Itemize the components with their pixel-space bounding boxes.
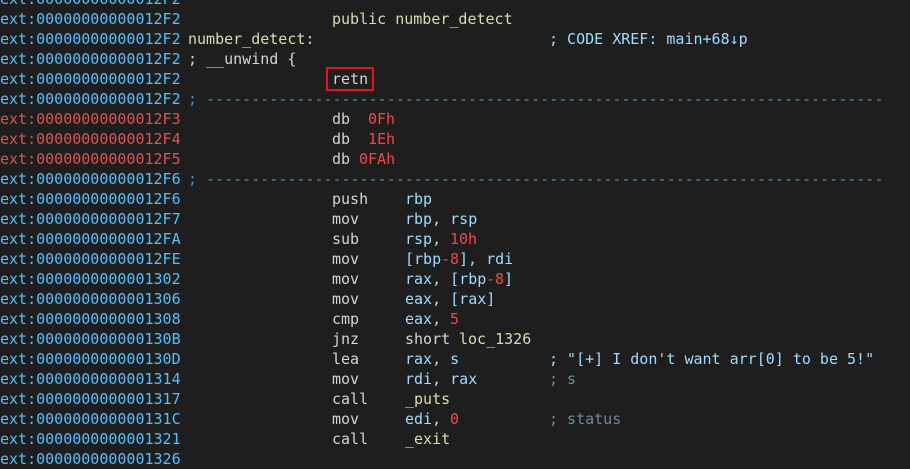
instruction-operand: eax, [rax]	[405, 290, 496, 308]
instruction-mnemonic: cmp	[332, 310, 360, 328]
line-address[interactable]: ext:00000000000012F6	[0, 189, 181, 209]
instruction-operand: rbp	[405, 190, 433, 208]
listing-line[interactable]: ext:0000000000001306 mov eax, [rax]	[0, 289, 910, 309]
instruction-mnemonic: sub	[332, 230, 360, 248]
line-address[interactable]: ext:00000000000012F2	[0, 69, 181, 89]
instruction-mnemonic: db	[332, 130, 351, 148]
instruction-mnemonic: call	[332, 390, 369, 408]
instruction-mnemonic: jnz	[332, 330, 360, 348]
instruction-mnemonic: mov	[332, 270, 360, 288]
line-address[interactable]: ext:000000000000130D	[0, 349, 181, 369]
instruction-mnemonic: db	[332, 110, 351, 128]
listing-line[interactable]: ext:00000000000012F6 ; ------------------…	[0, 169, 910, 189]
listing-line[interactable]: ext:00000000000012F2 number_detect: ; CODE…	[0, 29, 910, 49]
function-label[interactable]: number_detect:	[188, 29, 314, 49]
symbol-reference[interactable]: _puts	[405, 389, 450, 409]
line-address[interactable]: ext:0000000000001326	[0, 449, 181, 469]
line-comment: ; "[+] I don't want arr[0] to be 5!"	[549, 350, 875, 368]
listing-line[interactable]: ext:00000000000012F4 db 1Eh	[0, 129, 910, 149]
listing-line[interactable]: ext:0000000000001308 cmp eax, 5	[0, 309, 910, 329]
instruction-mnemonic: call	[332, 430, 369, 448]
line-address[interactable]: ext:00000000000012FA	[0, 229, 181, 249]
instruction-operand: rbp, rsp	[405, 210, 478, 228]
line-address[interactable]: ext:0000000000001308	[0, 309, 181, 329]
numeric-operand: 5	[450, 310, 460, 328]
line-address[interactable]: ext:00000000000012F6	[0, 169, 181, 189]
instruction-operand: rdi, rax	[405, 370, 478, 388]
listing-line[interactable]: ext:0000000000001326	[0, 449, 910, 469]
listing-line[interactable]: ext:00000000000012F7 mov rbp, rsp	[0, 209, 910, 229]
numeric-operand: -8	[486, 270, 505, 288]
line-token: short	[405, 330, 460, 348]
instruction-mnemonic: mov	[332, 370, 360, 388]
line-address[interactable]: ext:00000000000012F4	[0, 129, 181, 149]
instruction-mnemonic: mov	[332, 210, 360, 228]
line-address[interactable]: ext:00000000000012F2	[0, 49, 181, 69]
line-address[interactable]: ext:000000000000131C	[0, 409, 181, 429]
listing-line[interactable]: ext:00000000000012FA sub rsp, 10h	[0, 229, 910, 249]
listing-line[interactable]: ext:0000000000001317 call _puts	[0, 389, 910, 409]
line-address[interactable]: ext:0000000000001306	[0, 289, 181, 309]
listing-line[interactable]: ext:00000000000012F6 push rbp	[0, 189, 910, 209]
line-address[interactable]: ext:00000000000012F3	[0, 109, 181, 129]
instruction-mnemonic: lea	[332, 350, 360, 368]
line-address[interactable]: ext:00000000000012F7	[0, 209, 181, 229]
numeric-operand: 1Eh	[368, 130, 396, 148]
separator-line: ; --------------------------------------…	[188, 170, 884, 188]
listing-line[interactable]: ext:00000000000012F2 public number_detect	[0, 9, 910, 29]
symbol-reference[interactable]: _exit	[405, 429, 450, 449]
line-address[interactable]: ext:00000000000012F2	[0, 9, 181, 29]
instruction-operand: [rbp	[405, 250, 442, 268]
line-address[interactable]: ext:00000000000012FE	[0, 249, 181, 269]
listing-line[interactable]: ext:0000000000001321 call _exit	[0, 429, 910, 449]
listing-line[interactable]: ext:00000000000012F2	[0, 0, 910, 9]
listing-line[interactable]: ext:00000000000012F3 db 0Fh	[0, 109, 910, 129]
listing-line[interactable]: ext:000000000000130D lea rax, s ; "[+] I do…	[0, 349, 910, 369]
line-address[interactable]: ext:0000000000001302	[0, 269, 181, 289]
listing-line[interactable]: ext:00000000000012F5 db 0FAh	[0, 149, 910, 169]
line-address[interactable]: ext:0000000000001321	[0, 429, 181, 449]
highlighted-retn-instruction: retn	[325, 67, 375, 91]
instruction-operand: eax,	[405, 310, 451, 328]
line-address[interactable]: ext:0000000000001317	[0, 389, 181, 409]
line-address[interactable]: ext:00000000000012F2	[0, 89, 181, 109]
instruction-operand: edi,	[405, 410, 451, 428]
listing-line[interactable]: ext:000000000000130B jnz short loc_1326	[0, 329, 910, 349]
instruction-operand: rax, s	[405, 350, 460, 368]
line-comment: ; status	[549, 410, 622, 428]
numeric-operand: 0FAh	[359, 150, 396, 168]
listing-line[interactable]: ext:000000000000131C mov edi, 0 ; status	[0, 409, 910, 429]
instruction-mnemonic: db	[332, 150, 351, 168]
line-comment: ; CODE XREF: main+68↓p	[549, 30, 748, 48]
line-address[interactable]: ext:0000000000001314	[0, 369, 181, 389]
instruction-mnemonic: push	[332, 190, 369, 208]
instruction-operand: ], rdi	[459, 250, 514, 268]
listing-line[interactable]: ext:00000000000012F2 ; ------------------…	[0, 89, 910, 109]
line-address[interactable]: ext:00000000000012F5	[0, 149, 181, 169]
disassembly-listing[interactable]: ext:00000000000012F2ext:00000000000012F2…	[0, 0, 910, 469]
line-address[interactable]: ext:00000000000012F2	[0, 0, 181, 9]
instruction-mnemonic: mov	[332, 290, 360, 308]
separator-line: ; --------------------------------------…	[188, 90, 884, 108]
listing-line[interactable]: ext:00000000000012FE mov [rbp -8], rdi	[0, 249, 910, 269]
numeric-operand: 0Fh	[368, 110, 396, 128]
listing-line[interactable]: ext:00000000000012F2 ; __unwind {	[0, 49, 910, 69]
instruction-operand: rax, [rbp	[405, 270, 487, 288]
function-label[interactable]: public number_detect	[332, 9, 513, 29]
line-comment: ; s	[549, 370, 577, 388]
numeric-operand: 0	[450, 410, 460, 428]
instruction-mnemonic: mov	[332, 250, 360, 268]
symbol-reference[interactable]: loc_1326	[459, 329, 531, 349]
numeric-operand: -8	[441, 250, 460, 268]
instruction-operand: ]	[504, 270, 514, 288]
numeric-operand: 10h	[450, 230, 478, 248]
line-token: ; __unwind {	[188, 50, 297, 68]
listing-line[interactable]: ext:00000000000012F2 retn	[0, 67, 910, 91]
line-address[interactable]: ext:000000000000130B	[0, 329, 181, 349]
instruction-operand: rsp,	[405, 230, 451, 248]
instruction-mnemonic: mov	[332, 410, 360, 428]
line-address[interactable]: ext:00000000000012F2	[0, 29, 181, 49]
listing-line[interactable]: ext:0000000000001302 mov rax, [rbp -8]	[0, 269, 910, 289]
listing-line[interactable]: ext:0000000000001314 mov rdi, rax ; s	[0, 369, 910, 389]
